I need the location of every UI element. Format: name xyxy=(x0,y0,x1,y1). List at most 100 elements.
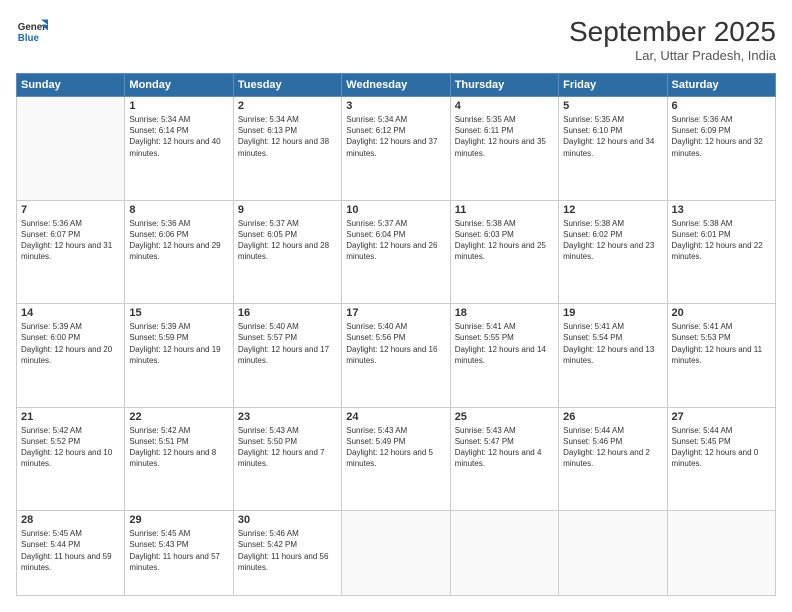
weekday-header: Tuesday xyxy=(233,74,341,97)
day-number: 16 xyxy=(238,307,337,319)
logo: General Blue xyxy=(16,16,48,48)
calendar-cell: 20 Sunrise: 5:41 AMSunset: 5:53 PMDayligh… xyxy=(667,304,775,408)
day-number: 13 xyxy=(672,204,771,216)
calendar-cell: 18 Sunrise: 5:41 AMSunset: 5:55 PMDayligh… xyxy=(450,304,558,408)
weekday-header: Monday xyxy=(125,74,233,97)
cell-info: Sunrise: 5:35 AMSunset: 6:10 PMDaylight:… xyxy=(563,114,662,159)
cell-info: Sunrise: 5:34 AMSunset: 6:14 PMDaylight:… xyxy=(129,114,228,159)
day-number: 14 xyxy=(21,307,120,319)
cell-info: Sunrise: 5:43 AMSunset: 5:47 PMDaylight:… xyxy=(455,425,554,470)
calendar-cell: 1 Sunrise: 5:34 AMSunset: 6:14 PMDaylight… xyxy=(125,97,233,201)
calendar-cell: 17Sunrise: 5:40 AMSunset: 5:56 PMDayligh… xyxy=(342,304,450,408)
cell-info: Sunrise: 5:36 AMSunset: 6:06 PMDaylight:… xyxy=(129,218,228,263)
cell-info: Sunrise: 5:43 AMSunset: 5:50 PMDaylight:… xyxy=(238,425,337,470)
day-number: 20 xyxy=(672,307,771,319)
cell-info: Sunrise: 5:41 AMSunset: 5:55 PMDaylight:… xyxy=(455,321,554,366)
cell-info: Sunrise: 5:34 AMSunset: 6:13 PMDaylight:… xyxy=(238,114,337,159)
day-number: 12 xyxy=(563,204,662,216)
page: General Blue September 2025 Lar, Uttar P… xyxy=(0,0,792,612)
calendar-cell: 7 Sunrise: 5:36 AMSunset: 6:07 PMDaylight… xyxy=(17,200,125,304)
calendar-cell: 21 Sunrise: 5:42 AMSunset: 5:52 PMDayligh… xyxy=(17,407,125,511)
cell-info: Sunrise: 5:46 AMSunset: 5:42 PMDaylight:… xyxy=(238,528,337,573)
cell-info: Sunrise: 5:41 AMSunset: 5:54 PMDaylight:… xyxy=(563,321,662,366)
cell-info: Sunrise: 5:43 AMSunset: 5:49 PMDaylight:… xyxy=(346,425,445,470)
calendar-cell: 3 Sunrise: 5:34 AMSunset: 6:12 PMDaylight… xyxy=(342,97,450,201)
calendar-cell xyxy=(667,511,775,596)
cell-info: Sunrise: 5:38 AMSunset: 6:01 PMDaylight:… xyxy=(672,218,771,263)
calendar-cell: 16 Sunrise: 5:40 AMSunset: 5:57 PMDayligh… xyxy=(233,304,341,408)
header: General Blue September 2025 Lar, Uttar P… xyxy=(16,16,776,63)
day-number: 27 xyxy=(672,411,771,423)
day-number: 29 xyxy=(129,514,228,526)
day-number: 5 xyxy=(563,100,662,112)
cell-info: Sunrise: 5:45 AMSunset: 5:44 PMDaylight:… xyxy=(21,528,120,573)
calendar-cell: 27Sunrise: 5:44 AMSunset: 5:45 PMDayligh… xyxy=(667,407,775,511)
day-number: 6 xyxy=(672,100,771,112)
cell-info: Sunrise: 5:44 AMSunset: 5:46 PMDaylight:… xyxy=(563,425,662,470)
calendar-cell: 26 Sunrise: 5:44 AMSunset: 5:46 PMDayligh… xyxy=(559,407,667,511)
weekday-header: Saturday xyxy=(667,74,775,97)
day-number: 26 xyxy=(563,411,662,423)
weekday-header: Sunday xyxy=(17,74,125,97)
day-number: 4 xyxy=(455,100,554,112)
day-number: 1 xyxy=(129,100,228,112)
calendar-cell: 25 Sunrise: 5:43 AMSunset: 5:47 PMDayligh… xyxy=(450,407,558,511)
calendar-cell: 29Sunrise: 5:45 AMSunset: 5:43 PMDayligh… xyxy=(125,511,233,596)
calendar-cell: 15 Sunrise: 5:39 AMSunset: 5:59 PMDayligh… xyxy=(125,304,233,408)
day-number: 18 xyxy=(455,307,554,319)
calendar-cell: 8 Sunrise: 5:36 AMSunset: 6:06 PMDaylight… xyxy=(125,200,233,304)
cell-info: Sunrise: 5:36 AMSunset: 6:09 PMDaylight:… xyxy=(672,114,771,159)
calendar-cell: 10 Sunrise: 5:37 AMSunset: 6:04 PMDayligh… xyxy=(342,200,450,304)
cell-info: Sunrise: 5:39 AMSunset: 6:00 PMDaylight:… xyxy=(21,321,120,366)
calendar-cell: 13 Sunrise: 5:38 AMSunset: 6:01 PMDayligh… xyxy=(667,200,775,304)
weekday-header: Friday xyxy=(559,74,667,97)
calendar-cell: 14 Sunrise: 5:39 AMSunset: 6:00 PMDayligh… xyxy=(17,304,125,408)
logo-icon: General Blue xyxy=(16,16,48,48)
weekday-header: Wednesday xyxy=(342,74,450,97)
day-number: 25 xyxy=(455,411,554,423)
calendar-cell: 22Sunrise: 5:42 AMSunset: 5:51 PMDayligh… xyxy=(125,407,233,511)
calendar-cell: 6 Sunrise: 5:36 AMSunset: 6:09 PMDaylight… xyxy=(667,97,775,201)
calendar-cell: 19 Sunrise: 5:41 AMSunset: 5:54 PMDayligh… xyxy=(559,304,667,408)
cell-info: Sunrise: 5:39 AMSunset: 5:59 PMDaylight:… xyxy=(129,321,228,366)
calendar-cell: 9 Sunrise: 5:37 AMSunset: 6:05 PMDaylight… xyxy=(233,200,341,304)
day-number: 9 xyxy=(238,204,337,216)
cell-info: Sunrise: 5:40 AMSunset: 5:56 PMDaylight:… xyxy=(346,321,445,366)
cell-info: Sunrise: 5:40 AMSunset: 5:57 PMDaylight:… xyxy=(238,321,337,366)
calendar-cell xyxy=(450,511,558,596)
calendar-cell xyxy=(559,511,667,596)
day-number: 7 xyxy=(21,204,120,216)
calendar-cell: 28 Sunrise: 5:45 AMSunset: 5:44 PMDayligh… xyxy=(17,511,125,596)
day-number: 10 xyxy=(346,204,445,216)
day-number: 21 xyxy=(21,411,120,423)
cell-info: Sunrise: 5:36 AMSunset: 6:07 PMDaylight:… xyxy=(21,218,120,263)
title-block: September 2025 Lar, Uttar Pradesh, India xyxy=(569,16,776,63)
calendar-cell: 5 Sunrise: 5:35 AMSunset: 6:10 PMDaylight… xyxy=(559,97,667,201)
cell-info: Sunrise: 5:37 AMSunset: 6:05 PMDaylight:… xyxy=(238,218,337,263)
calendar-cell: 2 Sunrise: 5:34 AMSunset: 6:13 PMDaylight… xyxy=(233,97,341,201)
cell-info: Sunrise: 5:37 AMSunset: 6:04 PMDaylight:… xyxy=(346,218,445,263)
cell-info: Sunrise: 5:41 AMSunset: 5:53 PMDaylight:… xyxy=(672,321,771,366)
calendar-table: SundayMondayTuesdayWednesdayThursdayFrid… xyxy=(16,73,776,596)
cell-info: Sunrise: 5:42 AMSunset: 5:52 PMDaylight:… xyxy=(21,425,120,470)
weekday-header: Thursday xyxy=(450,74,558,97)
day-number: 8 xyxy=(129,204,228,216)
day-number: 11 xyxy=(455,204,554,216)
day-number: 2 xyxy=(238,100,337,112)
svg-text:General: General xyxy=(18,22,48,33)
day-number: 15 xyxy=(129,307,228,319)
calendar-cell: 11Sunrise: 5:38 AMSunset: 6:03 PMDayligh… xyxy=(450,200,558,304)
day-number: 30 xyxy=(238,514,337,526)
calendar-cell: 30 Sunrise: 5:46 AMSunset: 5:42 PMDayligh… xyxy=(233,511,341,596)
day-number: 22 xyxy=(129,411,228,423)
day-number: 3 xyxy=(346,100,445,112)
cell-info: Sunrise: 5:35 AMSunset: 6:11 PMDaylight:… xyxy=(455,114,554,159)
calendar-cell xyxy=(342,511,450,596)
day-number: 28 xyxy=(21,514,120,526)
day-number: 19 xyxy=(563,307,662,319)
cell-info: Sunrise: 5:34 AMSunset: 6:12 PMDaylight:… xyxy=(346,114,445,159)
calendar-cell: 24Sunrise: 5:43 AMSunset: 5:49 PMDayligh… xyxy=(342,407,450,511)
calendar-cell: 12Sunrise: 5:38 AMSunset: 6:02 PMDayligh… xyxy=(559,200,667,304)
location: Lar, Uttar Pradesh, India xyxy=(569,48,776,63)
day-number: 23 xyxy=(238,411,337,423)
